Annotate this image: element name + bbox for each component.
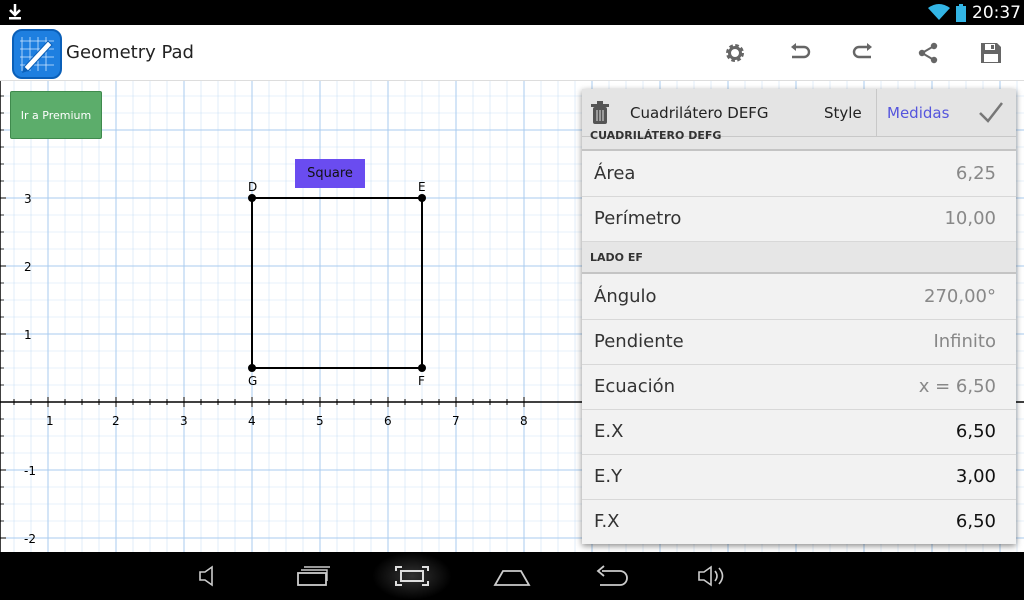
shape-name-label[interactable]: Square	[295, 159, 365, 188]
measure-row[interactable]: F.X 6,50	[582, 500, 1016, 544]
measure-label: Ecuación	[594, 376, 676, 397]
measure-value: 6,25	[955, 163, 996, 184]
x-tick-label: 3	[180, 414, 188, 428]
recent-apps-icon[interactable]	[293, 560, 333, 592]
clock: 20:37	[972, 3, 1021, 23]
section-title: LADO EF	[590, 251, 643, 264]
measure-label: Pendiente	[594, 331, 684, 352]
panel-title: Cuadrilátero DEFG	[630, 104, 769, 122]
action-bar: Geometry Pad	[0, 25, 1024, 81]
measure-value: 270,00°	[924, 286, 996, 307]
screenshot-icon[interactable]	[392, 560, 432, 592]
tab-style[interactable]: Style	[824, 104, 862, 122]
measure-label: Área	[594, 163, 636, 184]
vertex-label: F	[418, 374, 425, 388]
x-tick-label: 8	[520, 414, 528, 428]
measure-row[interactable]: E.X 6,50	[582, 410, 1016, 455]
battery-icon	[956, 4, 966, 26]
measurements-panel: Cuadrilátero DEFG Style Medidas CUADRILÁ…	[582, 89, 1016, 544]
measure-row: Perímetro 10,00	[582, 197, 1016, 242]
y-tick-label: -2	[24, 532, 36, 546]
section-title: CUADRILÁTERO DEFG	[590, 129, 722, 142]
measure-value-editable[interactable]: 6,50	[956, 511, 996, 532]
vertex-point[interactable]	[418, 364, 426, 372]
trash-icon[interactable]	[590, 101, 610, 129]
go-premium-button[interactable]: Ir a Premium	[10, 91, 102, 139]
x-tick-label: 5	[316, 414, 324, 428]
redo-icon[interactable]	[847, 37, 879, 69]
measure-label: E.X	[594, 421, 624, 442]
undo-icon[interactable]	[784, 37, 816, 69]
y-tick-label: 3	[24, 192, 32, 206]
download-icon	[8, 3, 22, 25]
y-tick-label: -1	[24, 464, 36, 478]
x-tick-label: 1	[46, 414, 54, 428]
vertex-label: E	[418, 180, 426, 194]
app-icon[interactable]	[12, 29, 62, 79]
measure-value: 10,00	[944, 208, 996, 229]
volume-down-icon[interactable]	[190, 560, 230, 592]
measure-label: Perímetro	[594, 208, 682, 229]
measure-row[interactable]: E.Y 3,00	[582, 455, 1016, 500]
measure-row: Área 6,25	[582, 152, 1016, 197]
wifi-icon	[928, 4, 950, 25]
volume-up-icon[interactable]	[692, 560, 732, 592]
vertex-point[interactable]	[418, 194, 426, 202]
measure-value-editable[interactable]: 6,50	[956, 421, 996, 442]
settings-icon[interactable]	[719, 37, 751, 69]
navigation-bar	[0, 552, 1024, 600]
section-header-quadrilateral: CUADRILÁTERO DEFG	[582, 129, 1016, 151]
vertex-point[interactable]	[248, 194, 256, 202]
save-icon[interactable]	[975, 37, 1007, 69]
y-tick-label: 2	[24, 260, 32, 274]
app-title: Geometry Pad	[66, 42, 194, 63]
measure-row: Ángulo 270,00°	[582, 275, 1016, 320]
measure-row: Ecuación x = 6,50	[582, 365, 1016, 410]
tab-divider	[876, 89, 877, 137]
x-tick-label: 7	[452, 414, 460, 428]
vertex-point[interactable]	[248, 364, 256, 372]
x-tick-label: 4	[248, 414, 256, 428]
x-tick-label: 2	[112, 414, 120, 428]
measure-label: F.X	[594, 511, 620, 532]
share-icon[interactable]	[912, 37, 944, 69]
x-tick-label: 6	[384, 414, 392, 428]
vertex-label: D	[248, 180, 257, 194]
section-header-side: LADO EF	[582, 242, 1016, 274]
measure-label: Ángulo	[594, 286, 657, 307]
measure-value: x = 6,50	[918, 376, 996, 397]
measure-value-editable[interactable]: 3,00	[956, 466, 996, 487]
tab-measures[interactable]: Medidas	[887, 104, 949, 122]
measure-row: Pendiente Infinito	[582, 320, 1016, 365]
status-bar: 20:37	[0, 0, 1024, 25]
vertex-label: G	[248, 374, 257, 388]
y-tick-label: 1	[24, 328, 32, 342]
check-icon[interactable]	[978, 101, 1004, 127]
home-icon[interactable]	[492, 560, 532, 592]
back-icon[interactable]	[592, 560, 632, 592]
measure-value: Infinito	[933, 331, 996, 352]
measure-label: E.Y	[594, 466, 623, 487]
